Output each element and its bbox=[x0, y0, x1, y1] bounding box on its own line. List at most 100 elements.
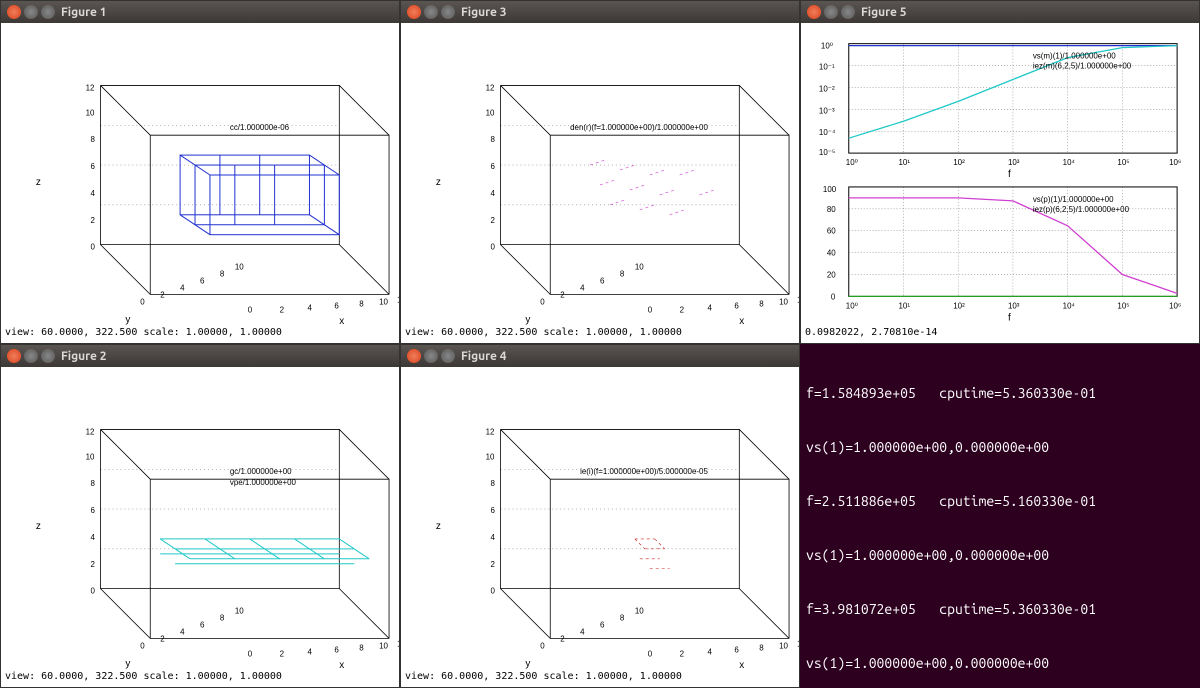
figure-3-window[interactable]: Figure 3 024681012 024681 bbox=[400, 0, 800, 344]
svg-text:10: 10 bbox=[486, 452, 495, 461]
svg-text:10⁰: 10⁰ bbox=[846, 301, 858, 310]
svg-text:0: 0 bbox=[248, 305, 253, 314]
svg-text:6: 6 bbox=[334, 301, 339, 310]
svg-text:y: y bbox=[125, 314, 130, 325]
svg-text:2: 2 bbox=[491, 560, 496, 569]
svg-text:10⁰: 10⁰ bbox=[821, 42, 833, 51]
svg-text:0: 0 bbox=[831, 292, 836, 301]
legend-label: vs(p)(1)/1.000000e+00 bbox=[1033, 195, 1114, 204]
minimize-icon[interactable] bbox=[424, 5, 438, 19]
svg-text:8: 8 bbox=[491, 135, 496, 144]
svg-text:x: x bbox=[339, 316, 344, 327]
svg-text:10²: 10² bbox=[953, 158, 965, 167]
status-bar: view: 60.0000, 322.500 scale: 1.00000, 1… bbox=[401, 327, 799, 343]
figure-4-window[interactable]: Figure 4 024681012 024681012 bbox=[400, 344, 800, 688]
svg-text:2: 2 bbox=[160, 634, 165, 643]
svg-text:12: 12 bbox=[486, 427, 495, 436]
close-icon[interactable] bbox=[7, 349, 21, 363]
svg-text:8: 8 bbox=[359, 643, 364, 652]
plot-area[interactable]: 10⁰10⁻¹10⁻²10⁻³10⁻⁴10⁻⁵ 10⁰10¹10²10³10⁴1… bbox=[801, 23, 1199, 327]
status-bar: 0.0982022, 2.70810e-14 bbox=[801, 327, 1199, 343]
svg-text:2: 2 bbox=[560, 634, 565, 643]
svg-text:10²: 10² bbox=[953, 301, 965, 310]
minimize-icon[interactable] bbox=[24, 349, 38, 363]
svg-text:12: 12 bbox=[86, 83, 95, 92]
svg-text:4: 4 bbox=[707, 303, 712, 312]
svg-text:4: 4 bbox=[580, 283, 585, 292]
maximize-icon[interactable] bbox=[41, 349, 55, 363]
titlebar[interactable]: Figure 3 bbox=[401, 1, 799, 23]
svg-text:10: 10 bbox=[779, 641, 788, 650]
legend-label: vs(m)(1)/1.000000e+00 bbox=[1033, 52, 1116, 61]
maximize-icon[interactable] bbox=[441, 5, 455, 19]
svg-text:10⁻⁴: 10⁻⁴ bbox=[819, 128, 836, 137]
maximize-icon[interactable] bbox=[41, 5, 55, 19]
svg-text:8: 8 bbox=[220, 269, 225, 278]
plot-area[interactable]: 024681012 024681012 0246810 x y z den(r)… bbox=[401, 23, 799, 327]
svg-text:6: 6 bbox=[91, 162, 96, 171]
status-bar: view: 60.0000, 322.500 scale: 1.00000, 1… bbox=[401, 671, 799, 687]
legend-label: iez(m)(6,2,5)/1.000000e+00 bbox=[1033, 62, 1132, 71]
svg-text:6: 6 bbox=[734, 645, 739, 654]
close-icon[interactable] bbox=[7, 5, 21, 19]
plot-area[interactable]: 024681012 024681012 0246810 x y z ie(i)(… bbox=[401, 367, 799, 671]
window-title: Figure 5 bbox=[861, 6, 907, 19]
svg-text:40: 40 bbox=[827, 249, 836, 258]
svg-text:4: 4 bbox=[307, 303, 312, 312]
figure-1-window[interactable]: Figure 1 bbox=[0, 0, 400, 344]
svg-text:10⁵: 10⁵ bbox=[1117, 158, 1129, 167]
close-icon[interactable] bbox=[807, 5, 821, 19]
titlebar[interactable]: Figure 2 bbox=[1, 345, 399, 367]
titlebar[interactable]: Figure 1 bbox=[1, 1, 399, 23]
legend-label: ie(i)(f=1.000000e+00)/5.000000e-05 bbox=[580, 467, 708, 476]
minimize-icon[interactable] bbox=[24, 5, 38, 19]
terminal-line: f=3.981072e+05 cputime=5.360330e-01 bbox=[806, 600, 1194, 618]
titlebar[interactable]: Figure 4 bbox=[401, 345, 799, 367]
figure-2-window[interactable]: Figure 2 024681012 024681012 bbox=[0, 344, 400, 688]
svg-text:2: 2 bbox=[160, 290, 165, 299]
svg-text:10⁶: 10⁶ bbox=[1169, 301, 1181, 310]
svg-text:10¹: 10¹ bbox=[899, 158, 911, 167]
svg-text:10⁶: 10⁶ bbox=[1169, 158, 1181, 167]
figure-5-window[interactable]: Figure 5 10⁰10⁻¹10⁻²10⁻³10⁻⁴10⁻⁵ 10⁰10¹1… bbox=[800, 0, 1200, 344]
legend-label: cc/1.000000e-06 bbox=[230, 123, 290, 132]
maximize-icon[interactable] bbox=[441, 349, 455, 363]
status-bar: view: 60.0000, 322.500 scale: 1.00000, 1… bbox=[1, 671, 399, 687]
svg-text:100: 100 bbox=[823, 185, 837, 194]
svg-text:10⁴: 10⁴ bbox=[1063, 158, 1076, 167]
terminal-line: f=2.511886e+05 cputime=5.160330e-01 bbox=[806, 492, 1194, 510]
svg-text:8: 8 bbox=[359, 299, 364, 308]
svg-text:y: y bbox=[125, 658, 130, 669]
svg-text:10³: 10³ bbox=[1008, 301, 1020, 310]
window-title: Figure 3 bbox=[461, 6, 507, 19]
svg-text:2: 2 bbox=[680, 649, 685, 658]
svg-text:f: f bbox=[1008, 312, 1011, 323]
minimize-icon[interactable] bbox=[824, 5, 838, 19]
svg-text:6: 6 bbox=[600, 620, 605, 629]
svg-text:10⁵: 10⁵ bbox=[1117, 301, 1129, 310]
legend-label: gc/1.000000e+00 bbox=[230, 467, 292, 476]
plot-area[interactable]: 024681012 024681012 0246810 x y z gc/1.0… bbox=[1, 367, 399, 671]
svg-text:12: 12 bbox=[397, 639, 399, 648]
terminal-line: f=1.584893e+05 cputime=5.360330e-01 bbox=[806, 384, 1194, 402]
svg-text:10⁰: 10⁰ bbox=[846, 158, 858, 167]
svg-text:12: 12 bbox=[486, 83, 495, 92]
svg-text:10: 10 bbox=[379, 641, 388, 650]
terminal[interactable]: f=1.584893e+05 cputime=5.360330e-01 vs(1… bbox=[800, 344, 1200, 688]
maximize-icon[interactable] bbox=[841, 5, 855, 19]
legend-label: den(r)(f=1.000000e+00)/1.000000e+00 bbox=[570, 123, 708, 132]
plot-area[interactable]: 02 46 81012 02 46 81012 02 46 810 x y z … bbox=[1, 23, 399, 327]
svg-text:10⁻⁵: 10⁻⁵ bbox=[819, 148, 835, 157]
svg-text:4: 4 bbox=[91, 533, 96, 542]
svg-text:0: 0 bbox=[248, 649, 253, 658]
svg-text:2: 2 bbox=[680, 305, 685, 314]
legend-label: vpe/1.000000e+00 bbox=[230, 478, 297, 487]
svg-text:2: 2 bbox=[280, 305, 285, 314]
close-icon[interactable] bbox=[407, 5, 421, 19]
minimize-icon[interactable] bbox=[424, 349, 438, 363]
svg-text:0: 0 bbox=[540, 297, 545, 306]
svg-text:6: 6 bbox=[600, 276, 605, 285]
svg-text:8: 8 bbox=[620, 269, 625, 278]
close-icon[interactable] bbox=[407, 349, 421, 363]
titlebar[interactable]: Figure 5 bbox=[801, 1, 1199, 23]
